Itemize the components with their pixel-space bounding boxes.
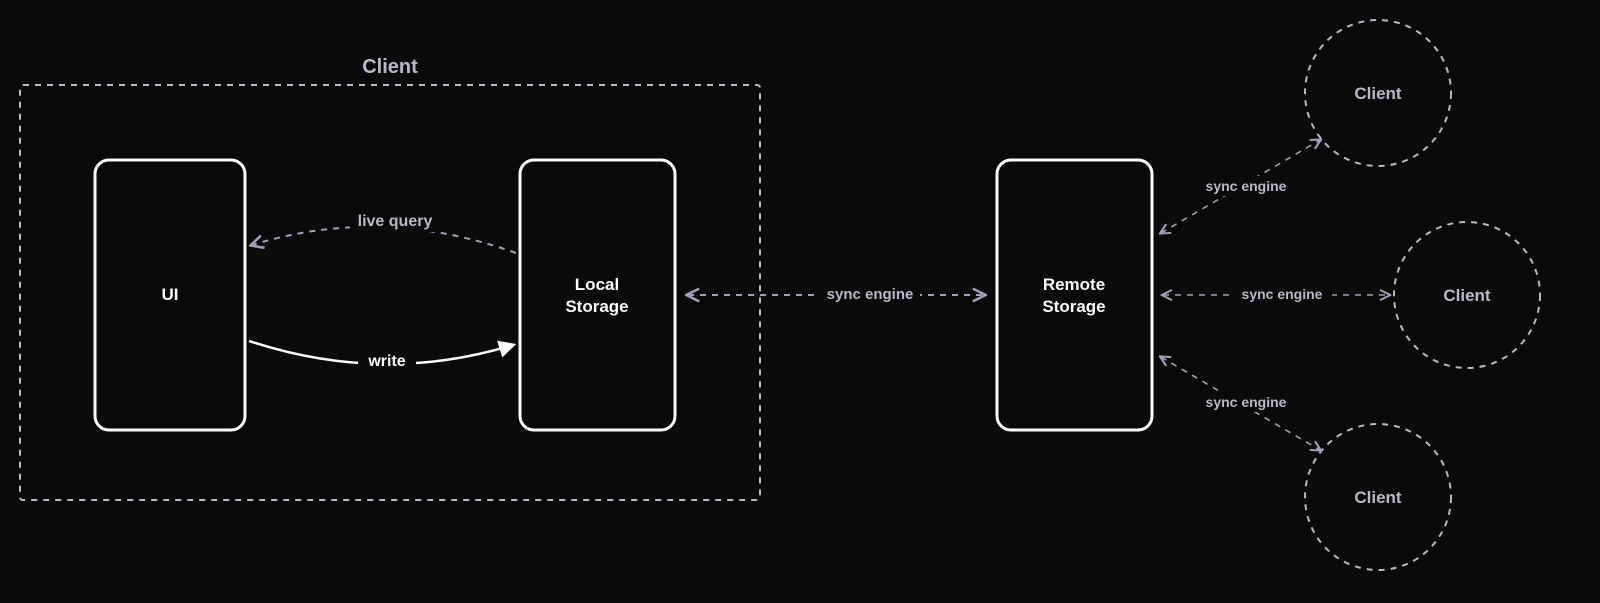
client-circle-b-label: Client <box>1443 286 1491 305</box>
remote-storage-box: Remote Storage <box>997 160 1152 430</box>
client-circle-a: Client <box>1305 20 1451 166</box>
edge-write-label: write <box>367 353 405 370</box>
edge-sync-remote-c: sync engine <box>1161 357 1320 450</box>
client-circle-c-label: Client <box>1354 488 1402 507</box>
remote-storage-label-2: Storage <box>1042 297 1105 316</box>
client-circle-a-label: Client <box>1354 84 1402 103</box>
ui-box: UI <box>95 160 245 430</box>
local-storage-label-2: Storage <box>565 297 628 316</box>
edge-sync-remote-b-label: sync engine <box>1242 286 1323 302</box>
local-storage-label-1: Local <box>575 275 619 294</box>
edge-sync-remote-a: sync engine <box>1161 140 1320 233</box>
client-circle-b: Client <box>1394 222 1540 368</box>
ui-label: UI <box>162 285 179 304</box>
edge-sync-remote-b: sync engine <box>1163 284 1389 304</box>
edge-sync-remote-c-label: sync engine <box>1206 394 1287 410</box>
edge-write: write <box>249 341 513 372</box>
edge-sync-local-remote-label: sync engine <box>827 286 914 303</box>
edge-sync-remote-a-label: sync engine <box>1206 178 1287 194</box>
client-circle-c: Client <box>1305 424 1451 570</box>
local-storage-box: Local Storage <box>520 160 675 430</box>
edge-live-query: live query <box>252 210 516 253</box>
edge-live-query-label: live query <box>358 213 433 230</box>
architecture-diagram: Client UI Local Storage live query write… <box>0 0 1600 603</box>
remote-storage-label-1: Remote <box>1043 275 1105 294</box>
client-container-title: Client <box>362 56 418 78</box>
edge-sync-local-remote: sync engine <box>688 283 984 305</box>
